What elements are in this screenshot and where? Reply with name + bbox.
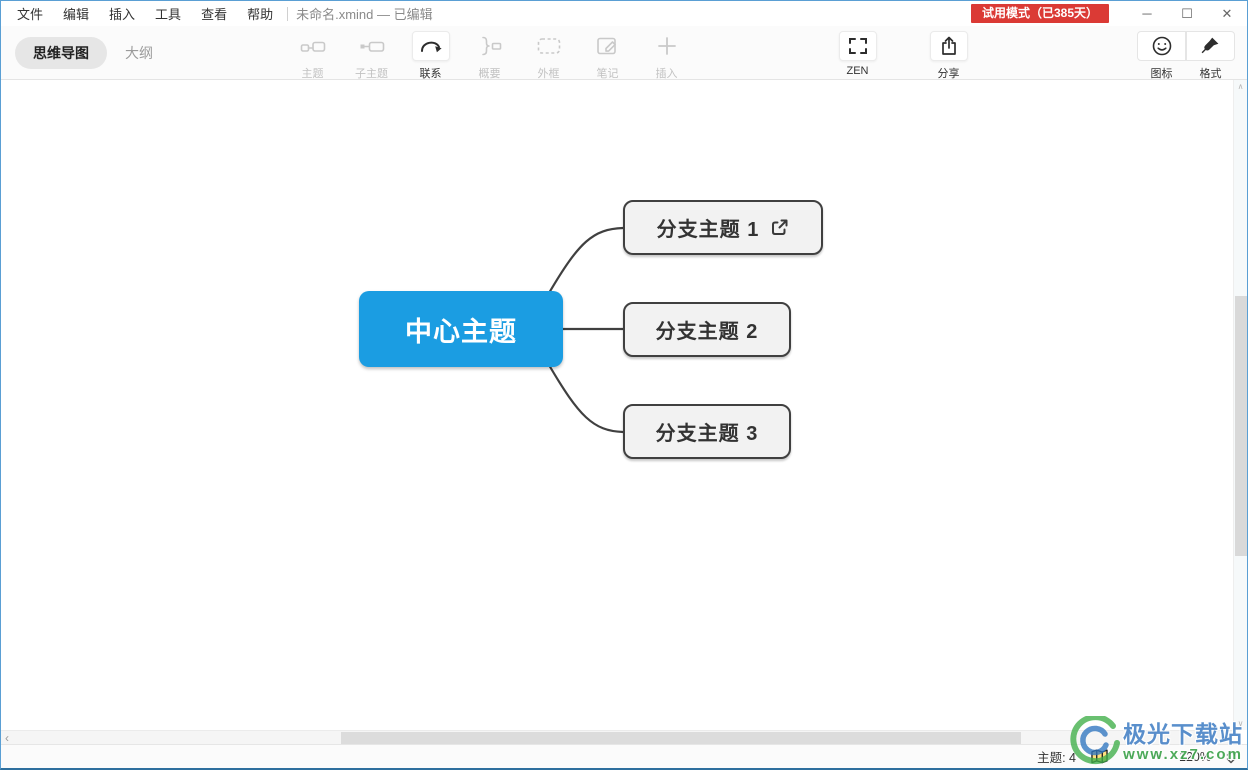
boundary-icon (530, 31, 568, 61)
vertical-scrollbar-thumb[interactable] (1235, 296, 1247, 556)
notes-button[interactable]: 笔记 (578, 31, 637, 81)
menu-edit[interactable]: 编辑 (53, 4, 99, 23)
menu-insert[interactable]: 插入 (99, 4, 145, 23)
branch-topic-2-text: 分支主题 2 (655, 321, 759, 343)
central-topic-node[interactable]: 中心主题 (359, 291, 563, 367)
share-icon (929, 31, 968, 61)
paintbrush-icon (1185, 31, 1235, 61)
view-tabs: 思维导图 大纲 (15, 37, 283, 69)
menu-separator (287, 6, 289, 21)
tool-group: 主题 子主题 联系 概要 外框 笔记 插入 (283, 31, 696, 81)
mindmap-canvas[interactable]: 中心主题 分支主题 1 分支主题 2 分支主题 3 ∧ ∨ ‹ (1, 80, 1247, 744)
zoom-out-button[interactable]: − (1123, 748, 1137, 765)
menu-help[interactable]: 帮助 (237, 4, 283, 23)
topic-count: 主题: 4 (1037, 751, 1077, 765)
topic-button[interactable]: 主题 (283, 31, 342, 81)
branch-topic-3-node[interactable]: 分支主题 3 (623, 404, 791, 459)
tab-outline[interactable]: 大纲 (125, 43, 153, 63)
subtopic-label: 子主题 (355, 68, 388, 80)
zoom-stepper-icon[interactable] (1225, 750, 1237, 764)
vertical-scrollbar[interactable]: ∧ ∨ (1233, 80, 1247, 730)
branch-topic-2-node[interactable]: 分支主题 2 (623, 302, 791, 357)
relationship-icon (411, 31, 450, 61)
insert-label: 插入 (655, 68, 678, 80)
zen-label: ZEN (846, 65, 869, 77)
topic-icon (294, 31, 332, 61)
notes-label: 笔记 (596, 68, 619, 80)
xmind-window: 文件 编辑 插入 工具 查看 帮助 未命名.xmind — 已编辑 试用模式（已… (0, 0, 1248, 770)
smiley-icon (1137, 31, 1186, 61)
topic-label: 主题 (301, 68, 324, 80)
right-panels: 图标 格式 (1137, 31, 1235, 81)
window-controls: ─ ☐ ✕ (1127, 1, 1247, 26)
menu-file[interactable]: 文件 (1, 4, 53, 23)
horizontal-scrollbar[interactable]: ‹ (1, 730, 1233, 744)
icon-panel-button[interactable]: 图标 (1137, 31, 1186, 81)
zen-icon (838, 31, 877, 61)
zoom-in-button[interactable]: + (1151, 748, 1165, 765)
branch-topic-1-text: 分支主题 1 (656, 219, 760, 241)
share-button[interactable]: 分享 (919, 31, 978, 81)
menu-view[interactable]: 查看 (191, 4, 237, 23)
boundary-label: 外框 (537, 68, 560, 80)
tab-mindmap[interactable]: 思维导图 (15, 37, 107, 69)
close-button[interactable]: ✕ (1207, 1, 1247, 26)
scroll-up-arrow-icon[interactable]: ∧ (1234, 82, 1247, 91)
notes-icon (589, 31, 627, 61)
relationship-label: 联系 (419, 68, 442, 80)
hyperlink-icon[interactable] (769, 218, 789, 238)
format-panel-button[interactable]: 格式 (1185, 31, 1235, 81)
branch-topic-1-node[interactable]: 分支主题 1 (623, 200, 823, 255)
format-panel-label: 格式 (1199, 68, 1222, 80)
branch-topic-3-text: 分支主题 3 (655, 423, 759, 445)
insert-button[interactable]: 插入 (637, 31, 696, 81)
summary-icon (471, 31, 509, 61)
summary-label: 概要 (478, 68, 501, 80)
horizontal-scrollbar-thumb[interactable] (341, 732, 1021, 744)
share-label: 分享 (937, 68, 960, 80)
menu-tools[interactable]: 工具 (145, 4, 191, 23)
zoom-level[interactable]: 120% (1179, 750, 1211, 764)
toolbar: 思维导图 大纲 主题 子主题 联系 概要 外框 笔记 插入 ZEN 分享 图标 … (1, 26, 1247, 80)
icon-panel-label: 图标 (1150, 68, 1173, 80)
summary-button[interactable]: 概要 (460, 31, 519, 81)
insert-plus-icon (648, 31, 686, 61)
title-bar: 文件 编辑 插入 工具 查看 帮助 未命名.xmind — 已编辑 试用模式（已… (1, 1, 1247, 26)
minimize-button[interactable]: ─ (1127, 1, 1167, 26)
central-topic-text: 中心主题 (405, 316, 517, 347)
document-title: 未命名.xmind — 已编辑 (296, 7, 433, 22)
relationship-button[interactable]: 联系 (401, 31, 460, 81)
status-bar: 主题: 4 − + 120% (1, 744, 1247, 768)
subtopic-icon (353, 31, 391, 61)
map-overview-icon[interactable] (1090, 748, 1109, 765)
zen-mode-button[interactable]: ZEN (828, 31, 887, 77)
subtopic-button[interactable]: 子主题 (342, 31, 401, 81)
maximize-button[interactable]: ☐ (1167, 1, 1207, 26)
scroll-left-arrow-icon[interactable]: ‹ (5, 731, 9, 745)
boundary-button[interactable]: 外框 (519, 31, 578, 81)
trial-mode-badge[interactable]: 试用模式（已385天） (970, 4, 1109, 23)
scroll-down-arrow-icon[interactable]: ∨ (1234, 719, 1247, 728)
